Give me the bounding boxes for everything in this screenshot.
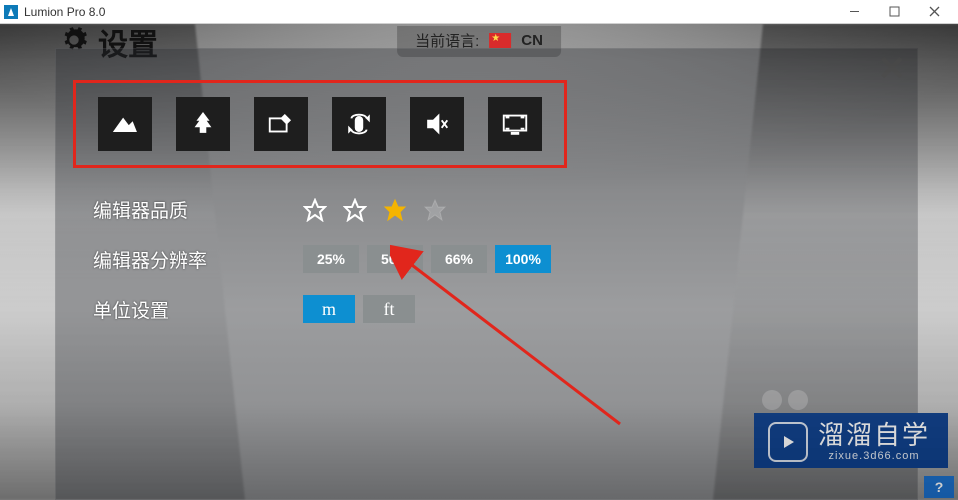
editor-quality-label: 编辑器品质 [93, 196, 303, 223]
settings-panel: ✕ 编辑器品质 [55, 48, 918, 500]
flag-icon [489, 33, 511, 48]
unit-settings-label: 单位设置 [93, 296, 303, 323]
settings-category-toolbar [73, 80, 567, 168]
resolution-option-50pct[interactable]: 50% [367, 245, 423, 273]
quality-star-2[interactable] [343, 198, 367, 222]
quality-star-1[interactable] [303, 198, 327, 222]
terrain-icon[interactable] [98, 97, 152, 151]
viewport-background: 设置 当前语言: CN ✕ [0, 24, 958, 500]
close-icon[interactable]: ✕ [878, 52, 907, 86]
window-title: Lumion Pro 8.0 [24, 5, 105, 19]
resolution-option-66pct[interactable]: 66% [431, 245, 487, 273]
mouse-rotate-icon[interactable] [332, 97, 386, 151]
tablet-edit-icon[interactable] [254, 97, 308, 151]
app-icon [4, 5, 18, 19]
window-titlebar: Lumion Pro 8.0 [0, 0, 958, 24]
editor-resolution-row: 编辑器分辨率 25% 50% 66% 100% [93, 245, 888, 273]
play-icon [768, 422, 808, 462]
monitor-icon[interactable] [488, 97, 542, 151]
help-button[interactable]: ? [924, 476, 954, 498]
resolution-option-100pct[interactable]: 100% [495, 245, 551, 273]
decorative-dots [762, 390, 808, 410]
language-code: CN [521, 32, 543, 49]
resolution-option-25pct[interactable]: 25% [303, 245, 359, 273]
window-maximize-button[interactable] [874, 1, 914, 23]
unit-settings-row: 单位设置 mft [93, 295, 888, 323]
quality-star-4[interactable] [423, 198, 447, 222]
window-minimize-button[interactable] [834, 1, 874, 23]
editor-resolution-label: 编辑器分辨率 [93, 246, 303, 273]
tree-icon[interactable] [176, 97, 230, 151]
window-close-button[interactable] [914, 1, 954, 23]
watermark-site: zixue.3d66.com [828, 450, 919, 462]
editor-quality-row: 编辑器品质 [93, 196, 888, 223]
unit-option-ft[interactable]: ft [363, 295, 415, 323]
quality-star-3[interactable] [383, 198, 407, 222]
watermark-brand: 溜溜自学 [818, 421, 930, 450]
watermark-badge: 溜溜自学 zixue.3d66.com [754, 413, 948, 468]
unit-option-m[interactable]: m [303, 295, 355, 323]
mute-icon[interactable] [410, 97, 464, 151]
